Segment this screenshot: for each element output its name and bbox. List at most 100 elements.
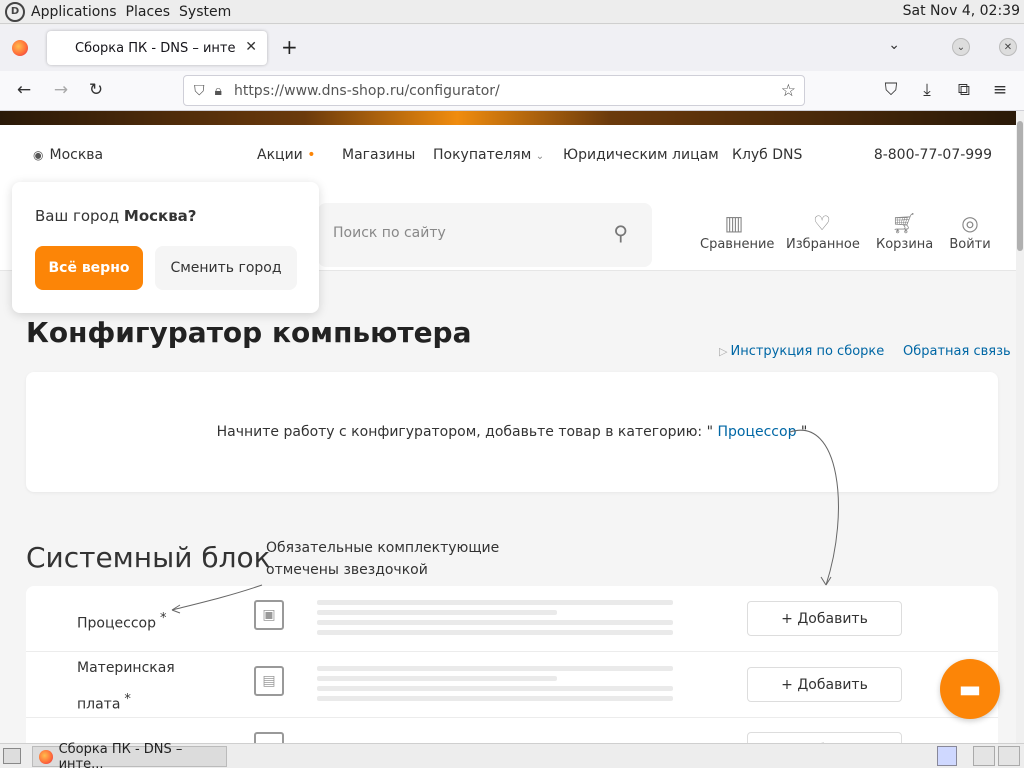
workspace-2[interactable] xyxy=(998,746,1020,766)
distro-logo-icon[interactable]: D xyxy=(5,1,25,22)
city-name: Москва xyxy=(49,147,104,163)
case-icon: ▭ xyxy=(254,732,284,743)
downloads-icon[interactable]: ⤓ xyxy=(916,80,938,100)
phone-number[interactable]: 8-800-77-07-999 xyxy=(874,147,992,163)
change-city-button[interactable]: Сменить город xyxy=(155,246,297,290)
nav-customers[interactable]: Покупателям ⌄ xyxy=(433,147,544,163)
new-tab-button[interactable]: + xyxy=(281,35,298,59)
pocket-icon[interactable]: ⛉ xyxy=(880,80,902,100)
add-button[interactable]: + Добавить xyxy=(747,732,902,743)
component-row: ▭ + Добавить xyxy=(26,718,998,743)
nav-stores[interactable]: Магазины xyxy=(342,147,415,163)
city-selector[interactable]: ◉ Москва xyxy=(33,147,103,163)
motherboard-icon: ▤ xyxy=(254,666,284,696)
component-name: Материнская плата * xyxy=(77,652,175,721)
instructions-link[interactable]: ▷ Инструкция по сборке xyxy=(719,344,884,359)
question-city: Москва? xyxy=(123,207,197,225)
component-name-text: Материнская xyxy=(77,660,175,676)
login-button[interactable]: ◎ Войти xyxy=(948,211,992,252)
arrowhead xyxy=(820,576,832,586)
firefox-view-icon[interactable] xyxy=(12,40,28,56)
compare-button[interactable]: ▥ Сравнение xyxy=(700,211,774,252)
address-bar[interactable]: ⛉ 🔒︎ https://www.dns-shop.ru/configurato… xyxy=(183,75,805,106)
start-card: Начните работу с конфигуратором, добавьт… xyxy=(26,372,998,492)
show-desktop-icon[interactable] xyxy=(3,748,21,764)
cart-button[interactable]: 🛒︎ Корзина xyxy=(876,211,934,252)
placeholder-line xyxy=(317,620,673,625)
extensions-icon[interactable]: ⧉ xyxy=(953,80,975,100)
page-scrollbar[interactable] xyxy=(1016,111,1024,743)
bookmark-star-icon[interactable]: ☆ xyxy=(781,81,796,101)
placeholder-line xyxy=(317,610,557,615)
component-name: Процессор * xyxy=(77,603,166,640)
chart-icon: ▥ xyxy=(724,211,744,235)
search-icon[interactable]: ⚲ xyxy=(613,221,628,245)
feedback-link[interactable]: Обратная связь xyxy=(903,344,1011,359)
promo-banner[interactable] xyxy=(0,111,1016,125)
nav-club[interactable]: Клуб DNS xyxy=(732,147,802,163)
placeholder-line xyxy=(317,630,673,635)
places-menu[interactable]: Places xyxy=(126,4,171,20)
workspace-1[interactable] xyxy=(973,746,995,766)
placeholder-line xyxy=(317,696,673,701)
placeholder-line xyxy=(317,666,673,671)
shield-icon[interactable]: ⛉ xyxy=(194,83,205,99)
back-icon[interactable]: ← xyxy=(13,80,35,100)
components-list: Процессор * ▣ + Добавить Материнская плата… xyxy=(26,586,998,743)
list-all-tabs-icon[interactable]: ⌄ xyxy=(888,37,900,53)
start-message-end: " xyxy=(800,424,808,440)
cart-icon: 🛒︎ xyxy=(891,211,917,235)
system-top-panel: D Applications Places System Sat Nov 4, … xyxy=(0,0,1024,24)
user-icon: ◎ xyxy=(961,211,979,235)
tab-title: Сборка ПК - DNS – интерн xyxy=(75,40,235,56)
system-menu[interactable]: System xyxy=(179,4,231,20)
question-text: Ваш город xyxy=(35,207,120,225)
cart-label: Корзина xyxy=(876,237,934,252)
scrollbar-thumb[interactable] xyxy=(1017,121,1023,251)
nav-business[interactable]: Юридическим лицам xyxy=(563,147,719,163)
instructions-label: Инструкция по сборке xyxy=(730,344,885,359)
minimize-window-icon[interactable]: ⌄ xyxy=(952,38,970,56)
page-title: Конфигуратор компьютера xyxy=(26,316,472,349)
search-field[interactable]: Поиск по сайту ⚲ xyxy=(318,203,652,267)
required-star: * xyxy=(124,692,131,707)
play-icon: ▷ xyxy=(719,345,728,358)
favorites-button[interactable]: ♡ Избранное xyxy=(786,211,860,252)
city-confirm-popup: Ваш город Москва? Всё верно Сменить горо… xyxy=(12,182,319,313)
add-button[interactable]: + Добавить xyxy=(747,667,902,702)
start-message: Начните работу с конфигуратором, добавьт… xyxy=(26,424,998,440)
browser-tab[interactable]: Сборка ПК - DNS – интерн ✕ xyxy=(47,31,267,65)
component-name-text: Процессор xyxy=(77,615,156,632)
component-row: Материнская плата * ▤ + Добавить xyxy=(26,652,998,718)
login-label: Войти xyxy=(949,237,991,252)
category-link-processor[interactable]: Процессор xyxy=(717,424,796,440)
url-text[interactable]: https://www.dns-shop.ru/configurator/ xyxy=(234,83,500,99)
tab-close-icon[interactable]: ✕ xyxy=(245,39,257,55)
web-page: ◉ Москва Акции • Магазины Покупателям ⌄ Ю… xyxy=(0,111,1016,743)
forward-icon[interactable]: → xyxy=(50,80,72,100)
placeholder-line xyxy=(317,686,673,691)
add-button[interactable]: + Добавить xyxy=(747,601,902,636)
hint-line: Обязательные комплектующие xyxy=(266,540,500,556)
heart-icon: ♡ xyxy=(813,211,831,235)
close-window-icon[interactable]: ✕ xyxy=(999,38,1017,56)
city-question: Ваш город Москва? xyxy=(35,207,197,225)
browser-nav-bar: ← → ↻ ⛉ 🔒︎ https://www.dns-shop.ru/confi… xyxy=(0,71,1024,111)
firefox-launcher-icon[interactable] xyxy=(937,746,957,766)
location-pin-icon: ◉ xyxy=(33,148,44,162)
menu-hamburger-icon[interactable]: ≡ xyxy=(989,80,1011,100)
applications-menu[interactable]: Applications xyxy=(31,4,117,20)
taskbar-window-title: Сборка ПК - DNS – инте... xyxy=(58,741,183,768)
chat-button[interactable]: ▬ xyxy=(940,659,1000,719)
compare-label: Сравнение xyxy=(700,237,775,252)
reload-icon[interactable]: ↻ xyxy=(85,80,107,100)
browser-tab-strip: Сборка ПК - DNS – интерн ✕ + ⌄ ⌄ ✕ xyxy=(0,25,1024,71)
start-message-text: Начните работу с конфигуратором, добавьт… xyxy=(216,424,714,440)
confirm-city-button[interactable]: Всё верно xyxy=(35,246,143,290)
clock[interactable]: Sat Nov 4, 02:39 xyxy=(903,3,1020,19)
taskbar-window-item[interactable]: Сборка ПК - DNS – инте... xyxy=(32,742,227,768)
cpu-icon: ▣ xyxy=(254,600,284,630)
lock-icon[interactable]: 🔒︎ xyxy=(215,83,222,99)
nav-label: Акции xyxy=(257,147,303,163)
nav-promotions[interactable]: Акции • xyxy=(257,147,315,163)
